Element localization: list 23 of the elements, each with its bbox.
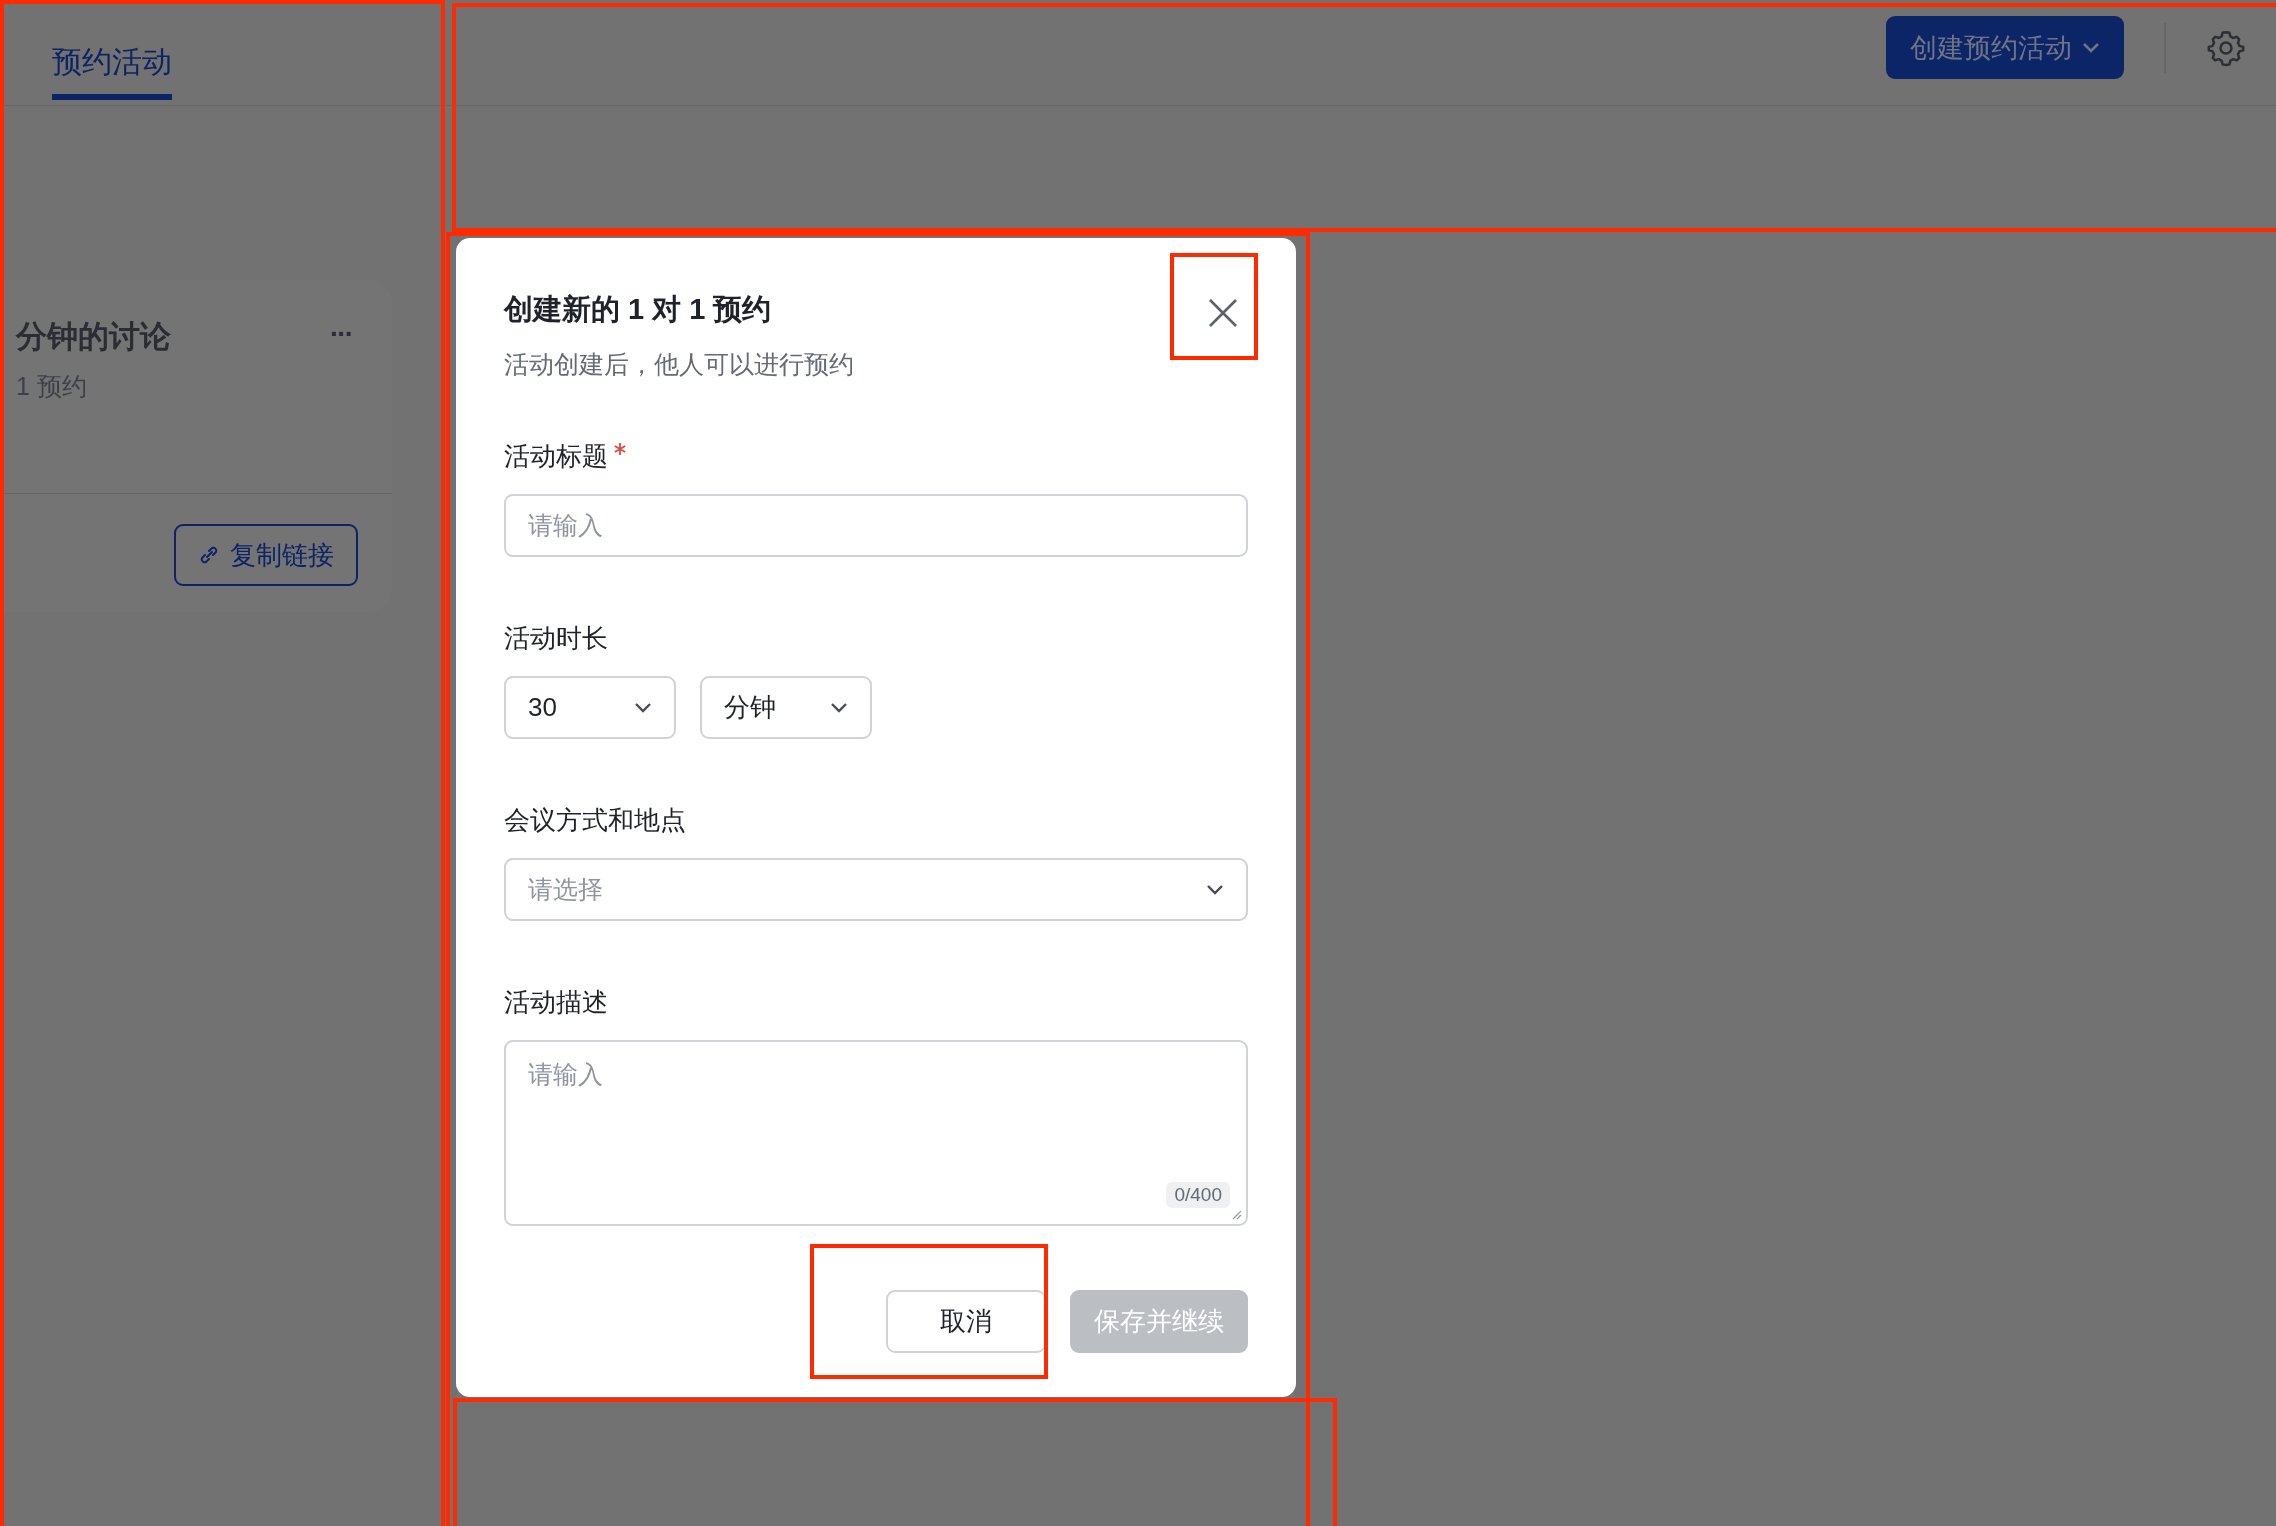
- field-label: 会议方式和地点: [504, 804, 686, 837]
- copy-link-button[interactable]: 复制链接: [174, 524, 358, 586]
- close-icon[interactable]: [1208, 298, 1238, 328]
- chevron-down-icon: [634, 702, 652, 713]
- tab[interactable]: 预约活动: [52, 30, 172, 100]
- dialog-subtitle: 活动创建后，他人可以进行预约: [504, 349, 854, 380]
- title-input-field[interactable]: 请输入: [504, 494, 1248, 557]
- duration-dropdown[interactable]: 30: [504, 676, 676, 739]
- more-button[interactable]: ···: [330, 316, 352, 352]
- chevron-down-icon: [830, 702, 848, 713]
- create-event-button[interactable]: 创建预约活动: [1886, 16, 2124, 79]
- character-counter: 0/400: [1166, 1182, 1230, 1208]
- location-dropdown[interactable]: 请选择: [504, 858, 1248, 921]
- cancel-button[interactable]: 取消: [886, 1290, 1046, 1353]
- duration-dropdown[interactable]: 分钟: [700, 676, 872, 739]
- chevron-down-icon: [2082, 41, 2100, 54]
- resize-handle-icon[interactable]: [1230, 1208, 1242, 1220]
- field-label: 活动标题: [504, 440, 608, 473]
- event-title: 分钟的讨论: [16, 318, 171, 356]
- field-label: 活动时长: [504, 622, 608, 655]
- chevron-down-icon: [1206, 884, 1224, 895]
- field-label: 活动描述: [504, 986, 608, 1019]
- dialog-title: 创建新的 1 对 1 预约: [504, 292, 773, 327]
